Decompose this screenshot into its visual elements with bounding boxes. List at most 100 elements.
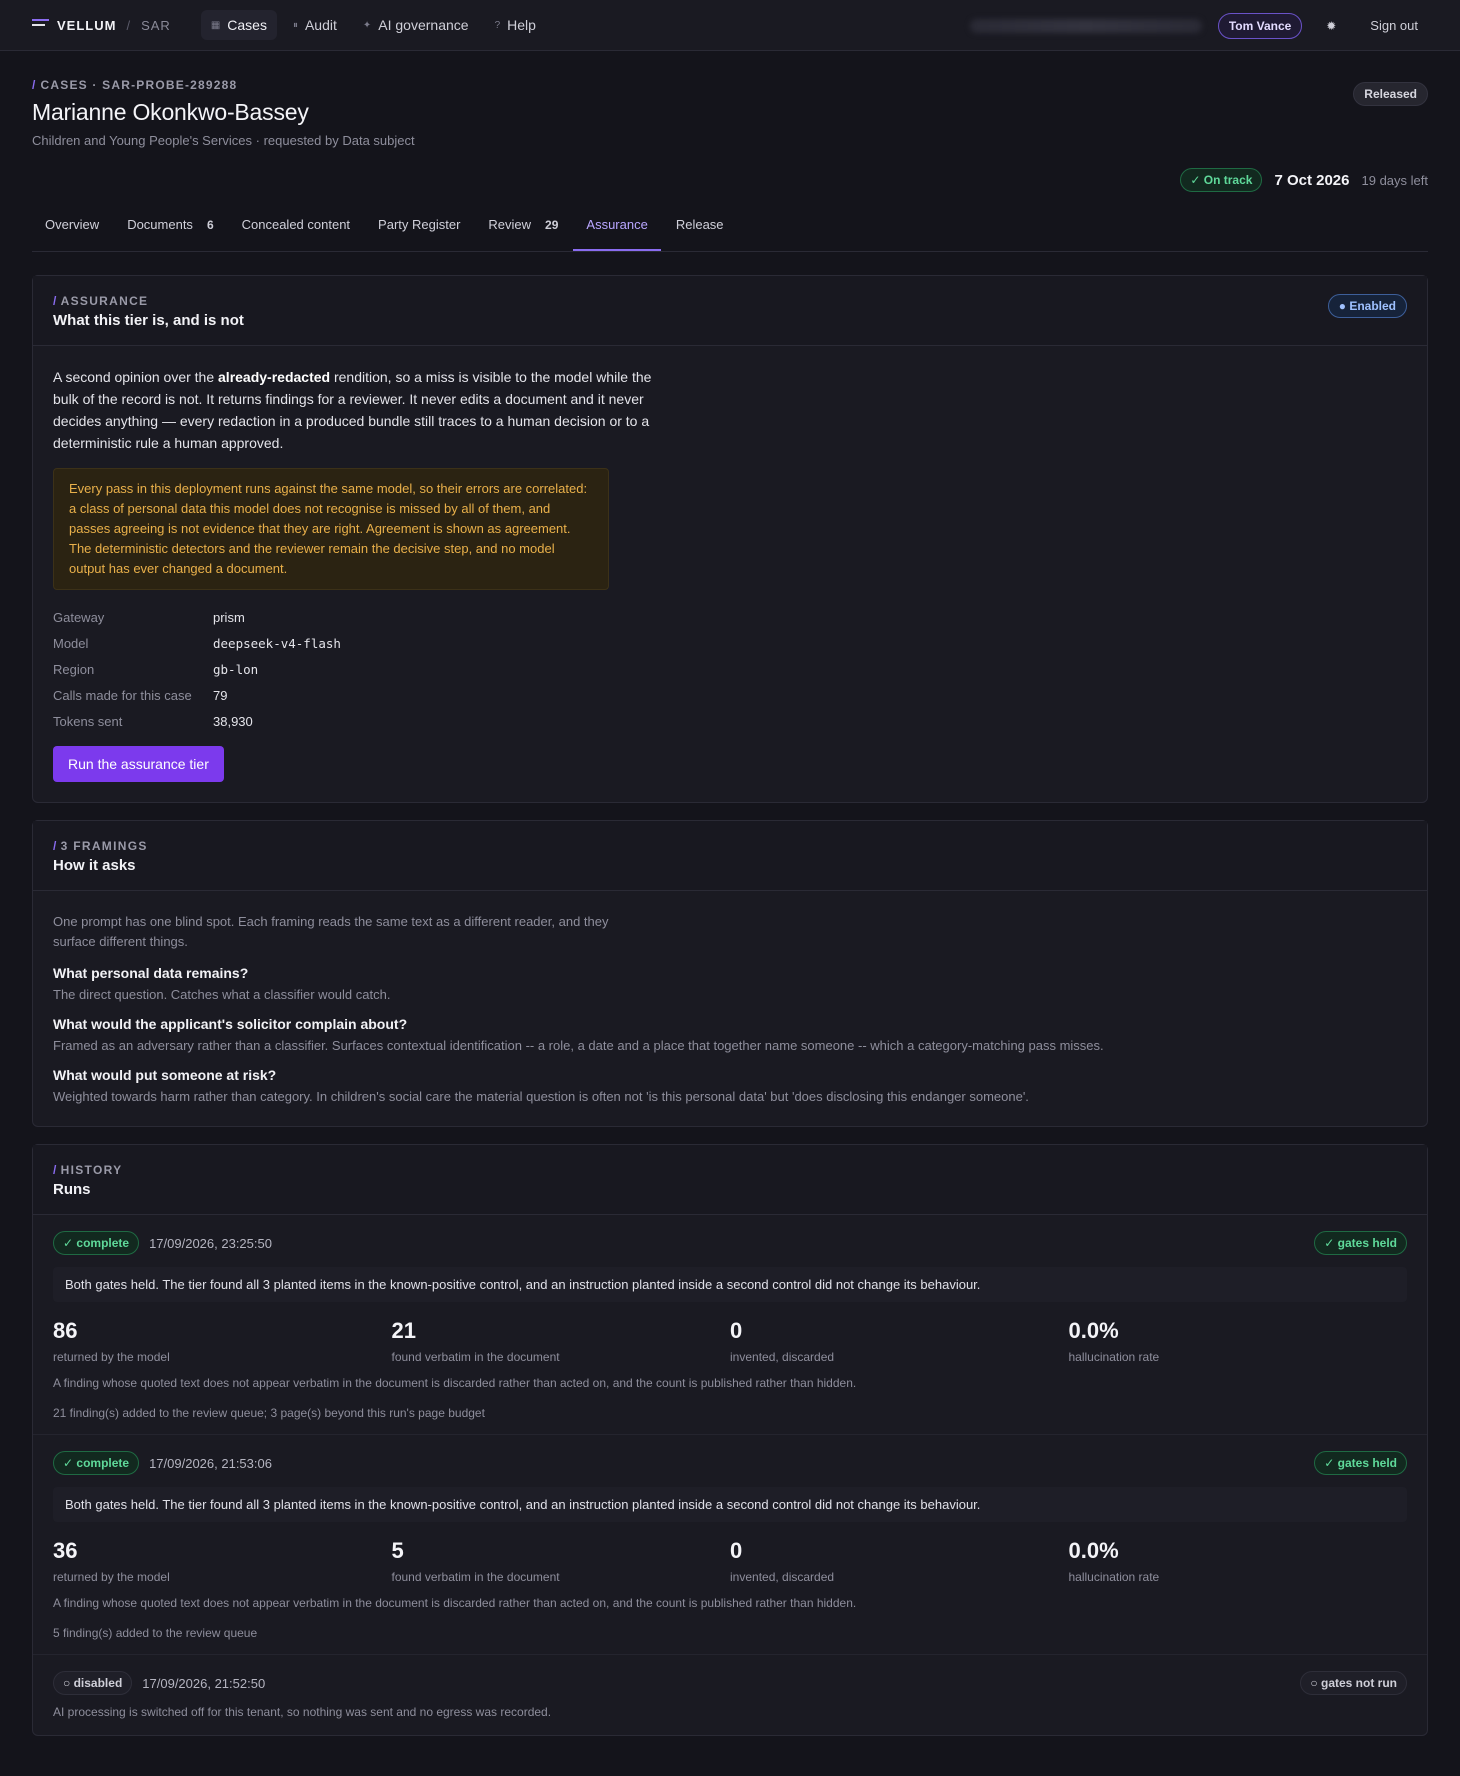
tab-overview[interactable]: Overview — [32, 200, 112, 251]
run-header: ✓ complete 17/09/2026, 23:25:50 — [53, 1231, 1407, 1255]
nav-item-label: Cases — [227, 17, 267, 33]
framing-item: What personal data remains? The direct q… — [53, 965, 1407, 1002]
tab-review[interactable]: Review 29 — [475, 200, 571, 251]
framing-answer: Framed as an adversary rather than a cla… — [53, 1038, 1104, 1053]
question-icon: ? — [494, 19, 501, 31]
grid-icon: ▦ — [210, 19, 221, 31]
stat-value: 0 — [730, 1318, 743, 1343]
dot-icon: ● — [1338, 299, 1350, 313]
tab-label: Review — [488, 217, 532, 232]
detail-label: Calls made for this case — [53, 687, 192, 703]
stat-hallucination: 0.0% hallucination rate — [1069, 1318, 1408, 1364]
nav-item-audit[interactable]: ⏸ Audit — [283, 10, 347, 40]
run-assurance-button[interactable]: Run the assurance tier — [53, 746, 224, 782]
card-header: /3 FRAMINGS How it asks — [33, 821, 1427, 891]
stat-invented: 0 invented, discarded — [730, 1318, 1069, 1364]
history-card: / HISTORY Runs ✓ complete 17/09/2026, 23:… — [32, 1144, 1428, 1736]
run-queue-note: 5 finding(s) added to the review queue — [53, 1626, 258, 1640]
tab-concealed-content[interactable]: Concealed content — [229, 200, 363, 251]
pause-icon: ⏸ — [292, 19, 298, 31]
tab-party-register[interactable]: Party Register — [365, 200, 473, 251]
run-queue-note: 21 finding(s) added to the review queue;… — [53, 1406, 485, 1420]
due-date: 7 Oct 2026 — [1274, 171, 1350, 189]
section-title: How it asks — [53, 857, 136, 874]
deadline: ✓ On track 7 Oct 2026 19 days left — [1180, 168, 1428, 192]
detail-value: deepseek-v4-flash — [213, 635, 341, 651]
stat-label: hallucination rate — [1068, 1570, 1160, 1584]
run-note: A finding whose quoted text does not app… — [53, 1376, 857, 1390]
top-nav-right: Tom Vance ✹ Sign out — [969, 0, 1428, 51]
section-eyebrow: / ASSURANCE — [53, 294, 149, 308]
circle-icon: ○ — [1310, 1676, 1321, 1690]
run-timestamp: 17/09/2026, 21:52:50 — [142, 1675, 266, 1691]
sun-icon[interactable]: ✹ — [1318, 19, 1344, 33]
stat-label: returned by the model — [53, 1570, 170, 1584]
run-timestamp: 17/09/2026, 23:25:50 — [149, 1235, 272, 1251]
tab-assurance[interactable]: Assurance — [573, 200, 661, 251]
nav-item-cases[interactable]: ▦ Cases — [200, 10, 277, 40]
stat-verbatim: 5 found verbatim in the document — [392, 1538, 731, 1584]
stat-value: 86 — [53, 1318, 78, 1343]
detail-value: prism — [213, 609, 245, 625]
section-eyebrow: /3 FRAMINGS — [53, 839, 148, 853]
tab-label: Party Register — [378, 217, 461, 232]
page-title: Marianne Okonkwo-Bassey — [32, 99, 309, 125]
run-entry: ○ disabled 17/09/2026, 21:52:50 ○ gates … — [33, 1655, 1427, 1735]
framing-item: What would put someone at risk? Weighted… — [53, 1067, 1407, 1104]
case-tabs: Overview Documents 6 Concealed content Pa… — [32, 200, 1428, 252]
user-badge[interactable]: Tom Vance — [1217, 12, 1303, 39]
detail-label: Gateway — [53, 609, 105, 625]
tab-release[interactable]: Release — [663, 200, 737, 251]
breadcrumb-text[interactable]: CASES · SAR-PROBE-289288 — [41, 78, 238, 92]
nav-item-label: AI governance — [378, 17, 469, 33]
tab-label: Overview — [45, 217, 100, 232]
card-header: / ASSURANCE What this tier is, and is not… — [33, 276, 1427, 346]
framing-question: What would the applicant's solicitor com… — [53, 1016, 408, 1032]
run-timestamp: 17/09/2026, 21:53:06 — [149, 1455, 272, 1471]
run-status-badge: ✓ complete — [53, 1231, 140, 1255]
stat-label: found verbatim in the document — [391, 1350, 560, 1364]
on-track-label: On track — [1203, 173, 1253, 187]
tab-count: 29 — [545, 217, 559, 232]
stat-value: 0.0% — [1068, 1538, 1119, 1563]
framing-item: What would the applicant's solicitor com… — [53, 1016, 1407, 1053]
run-summary: Both gates held. The tier found all 3 pl… — [53, 1267, 1407, 1302]
enabled-badge: ● Enabled — [1327, 294, 1407, 318]
brand[interactable]: VELLUM / SAR — [32, 18, 171, 33]
run-status-badge: ✓ complete — [53, 1451, 140, 1475]
card-body: A second opinion over the already-redact… — [33, 346, 1427, 802]
stat-value: 36 — [53, 1538, 78, 1563]
stat-verbatim: 21 found verbatim in the document — [392, 1318, 731, 1364]
check-icon: ✓ — [63, 1236, 77, 1250]
emphasis: already-redacted — [218, 369, 331, 385]
gates-badge: ✓ gates held — [1314, 1231, 1407, 1255]
detail-value: gb-lon — [213, 661, 259, 677]
tab-label: Assurance — [586, 217, 648, 232]
brand-sub: SAR — [141, 17, 171, 33]
days-left: 19 days left — [1361, 172, 1429, 188]
stat-label: returned by the model — [53, 1350, 170, 1364]
detail-row-calls: Calls made for this case 79 — [53, 682, 1407, 708]
framings-card: /3 FRAMINGS How it asks One prompt has o… — [32, 820, 1428, 1127]
run-stats: 36 returned by the model 5 found verbatim … — [53, 1538, 1407, 1584]
section-title: What this tier is, and is not — [53, 312, 244, 329]
nav-item-help[interactable]: ? Help — [485, 10, 546, 40]
top-nav: VELLUM / SAR ▦ Cases ⏸ Audit ✦ AI govern… — [0, 0, 1460, 51]
detail-value: 38,930 — [213, 713, 253, 729]
detail-row-tokens: Tokens sent 38,930 — [53, 708, 1407, 734]
tab-documents[interactable]: Documents 6 — [114, 200, 226, 251]
run-header: ✓ complete 17/09/2026, 21:53:06 — [53, 1451, 1407, 1475]
stat-value: 0 — [730, 1538, 743, 1563]
tab-label: Documents — [127, 217, 193, 232]
sign-out-button[interactable]: Sign out — [1360, 14, 1428, 37]
check-icon: ✓ — [1324, 1456, 1338, 1470]
stat-hallucination: 0.0% hallucination rate — [1069, 1538, 1408, 1584]
run-status-badge: ○ disabled — [53, 1671, 133, 1695]
detail-row-gateway: Gateway prism — [53, 604, 1407, 630]
nav-item-label: Help — [507, 17, 536, 33]
section-title: Runs — [53, 1181, 91, 1198]
nav-item-ai-governance[interactable]: ✦ AI governance — [353, 10, 479, 40]
framings-intro: One prompt has one blind spot. Each fram… — [53, 914, 609, 949]
run-summary: Both gates held. The tier found all 3 pl… — [53, 1487, 1407, 1522]
sparkle-icon: ✦ — [362, 19, 372, 31]
